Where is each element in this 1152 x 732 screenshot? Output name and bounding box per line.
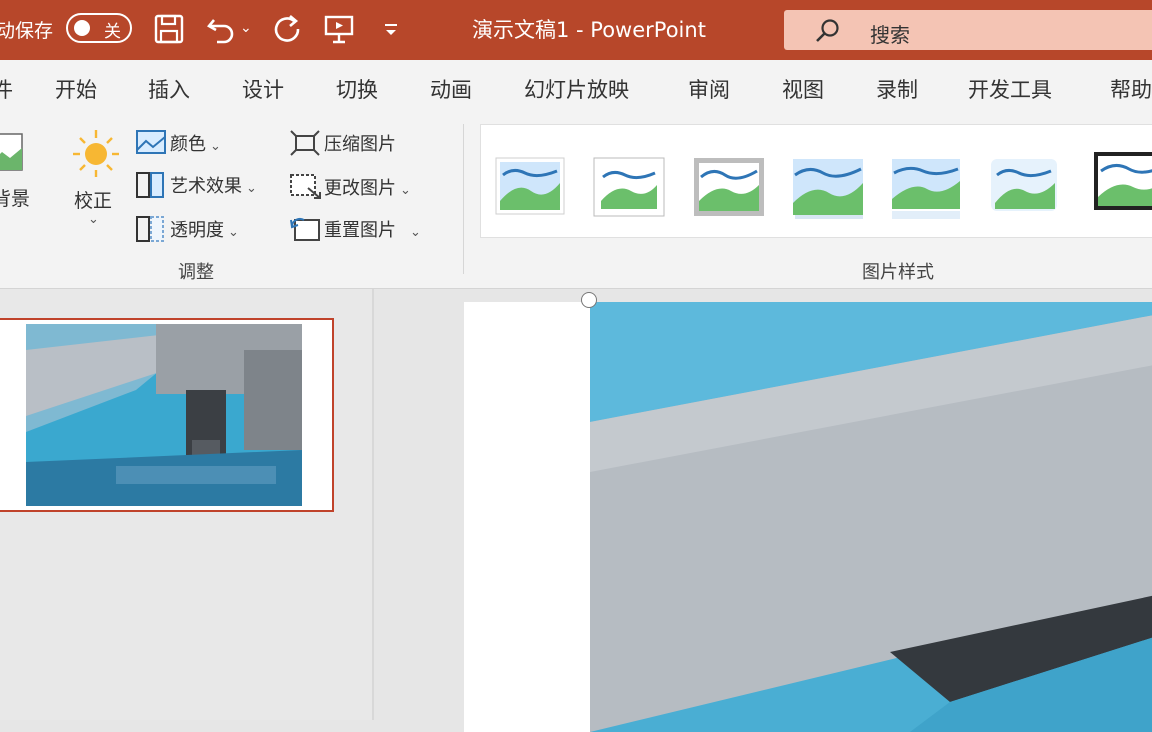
selected-picture[interactable] — [590, 302, 1152, 732]
tab-home[interactable]: 开始 — [55, 74, 97, 104]
tab-design[interactable]: 设计 — [242, 74, 284, 104]
picture-style-6[interactable] — [989, 157, 1059, 219]
corrections-label: 校正 — [74, 190, 113, 212]
tab-view[interactable]: 视图 — [782, 74, 824, 104]
tab-review[interactable]: 审阅 — [688, 74, 730, 104]
autosave-toggle-state: 关 — [104, 22, 121, 42]
picture-style-7[interactable] — [1093, 151, 1152, 215]
reset-picture-button[interactable]: 重置图片 ⌄ — [290, 214, 450, 244]
remove-background-label: 背景 — [0, 188, 31, 210]
picture-style-1[interactable] — [495, 157, 565, 219]
title-bar: 动保存 关 ⌄ 演示文稿1 - PowerPoint 搜索 — [0, 0, 1152, 60]
undo-icon[interactable] — [204, 12, 238, 50]
artistic-effects-label: 艺术效果 ⌄ — [170, 176, 257, 197]
save-icon[interactable] — [152, 12, 186, 50]
color-button[interactable]: 颜色 ⌄ — [136, 128, 246, 158]
slide-thumbnail-1[interactable] — [0, 318, 334, 512]
search-box[interactable]: 搜索 — [784, 10, 1152, 50]
change-picture-label: 更改图片 ⌄ — [324, 178, 411, 199]
start-from-beginning-icon[interactable] — [322, 12, 356, 50]
tab-animations[interactable]: 动画 — [430, 74, 472, 104]
ribbon: 背景 校正 ⌄ 颜色 ⌄ 艺术效果 ⌄ 透明度 ⌄ 压缩图片 更改图片 ⌄ 重置… — [0, 116, 1152, 289]
picture-styles-gallery — [480, 124, 1152, 238]
artistic-effects-button[interactable]: 艺术效果 ⌄ — [136, 170, 286, 200]
search-icon — [814, 17, 842, 49]
transparency-button[interactable]: 透明度 ⌄ — [136, 214, 266, 244]
customize-qat-icon[interactable] — [382, 16, 400, 46]
ribbon-group-separator — [463, 124, 464, 274]
remove-background-button[interactable]: 背景 — [0, 130, 46, 230]
reset-picture-icon — [290, 216, 322, 246]
tab-developer[interactable]: 开发工具 — [968, 74, 1052, 104]
picture-style-3[interactable] — [693, 157, 765, 221]
transparency-label: 透明度 ⌄ — [170, 220, 239, 241]
remove-background-icon — [0, 132, 24, 176]
change-picture-icon — [290, 174, 322, 204]
corrections-dropdown-icon: ⌄ — [88, 212, 99, 227]
redo-icon[interactable] — [270, 12, 304, 50]
search-placeholder: 搜索 — [870, 23, 910, 47]
picture-style-4[interactable] — [791, 157, 865, 223]
autosave-toggle-knob — [74, 20, 90, 36]
artistic-effects-icon — [136, 172, 166, 202]
tab-transitions[interactable]: 切换 — [336, 74, 378, 104]
adjust-group-label: 调整 — [178, 262, 214, 283]
tab-file[interactable]: 件 — [0, 74, 13, 104]
transparency-icon — [136, 216, 166, 246]
tab-record[interactable]: 录制 — [876, 74, 918, 104]
autosave-toggle[interactable]: 关 — [66, 13, 132, 43]
tab-help[interactable]: 帮助 — [1110, 74, 1152, 104]
undo-dropdown-icon[interactable]: ⌄ — [240, 20, 252, 36]
compress-pictures-icon — [290, 130, 320, 160]
corrections-icon — [70, 126, 122, 182]
compress-pictures-button[interactable]: 压缩图片 — [290, 128, 430, 158]
picture-style-5[interactable] — [891, 157, 961, 225]
color-icon — [136, 130, 166, 158]
autosave-label: 动保存 — [0, 20, 54, 42]
picture-style-2[interactable] — [593, 157, 665, 221]
corrections-button[interactable]: 校正 ⌄ — [68, 126, 124, 236]
change-picture-button[interactable]: 更改图片 ⌄ — [290, 172, 440, 202]
tab-slideshow[interactable]: 幻灯片放映 — [524, 74, 629, 104]
reset-picture-label: 重置图片 ⌄ — [324, 220, 421, 241]
document-title: 演示文稿1 - PowerPoint — [472, 18, 706, 42]
color-label: 颜色 ⌄ — [170, 134, 221, 155]
compress-pictures-label: 压缩图片 — [324, 134, 396, 155]
tab-insert[interactable]: 插入 — [148, 74, 190, 104]
rotate-handle-icon[interactable] — [581, 292, 597, 308]
picture-styles-group-label: 图片样式 — [862, 262, 934, 283]
menu-bar: 件 开始 插入 设计 切换 动画 幻灯片放映 审阅 视图 录制 开发工具 帮助 — [0, 60, 1152, 116]
